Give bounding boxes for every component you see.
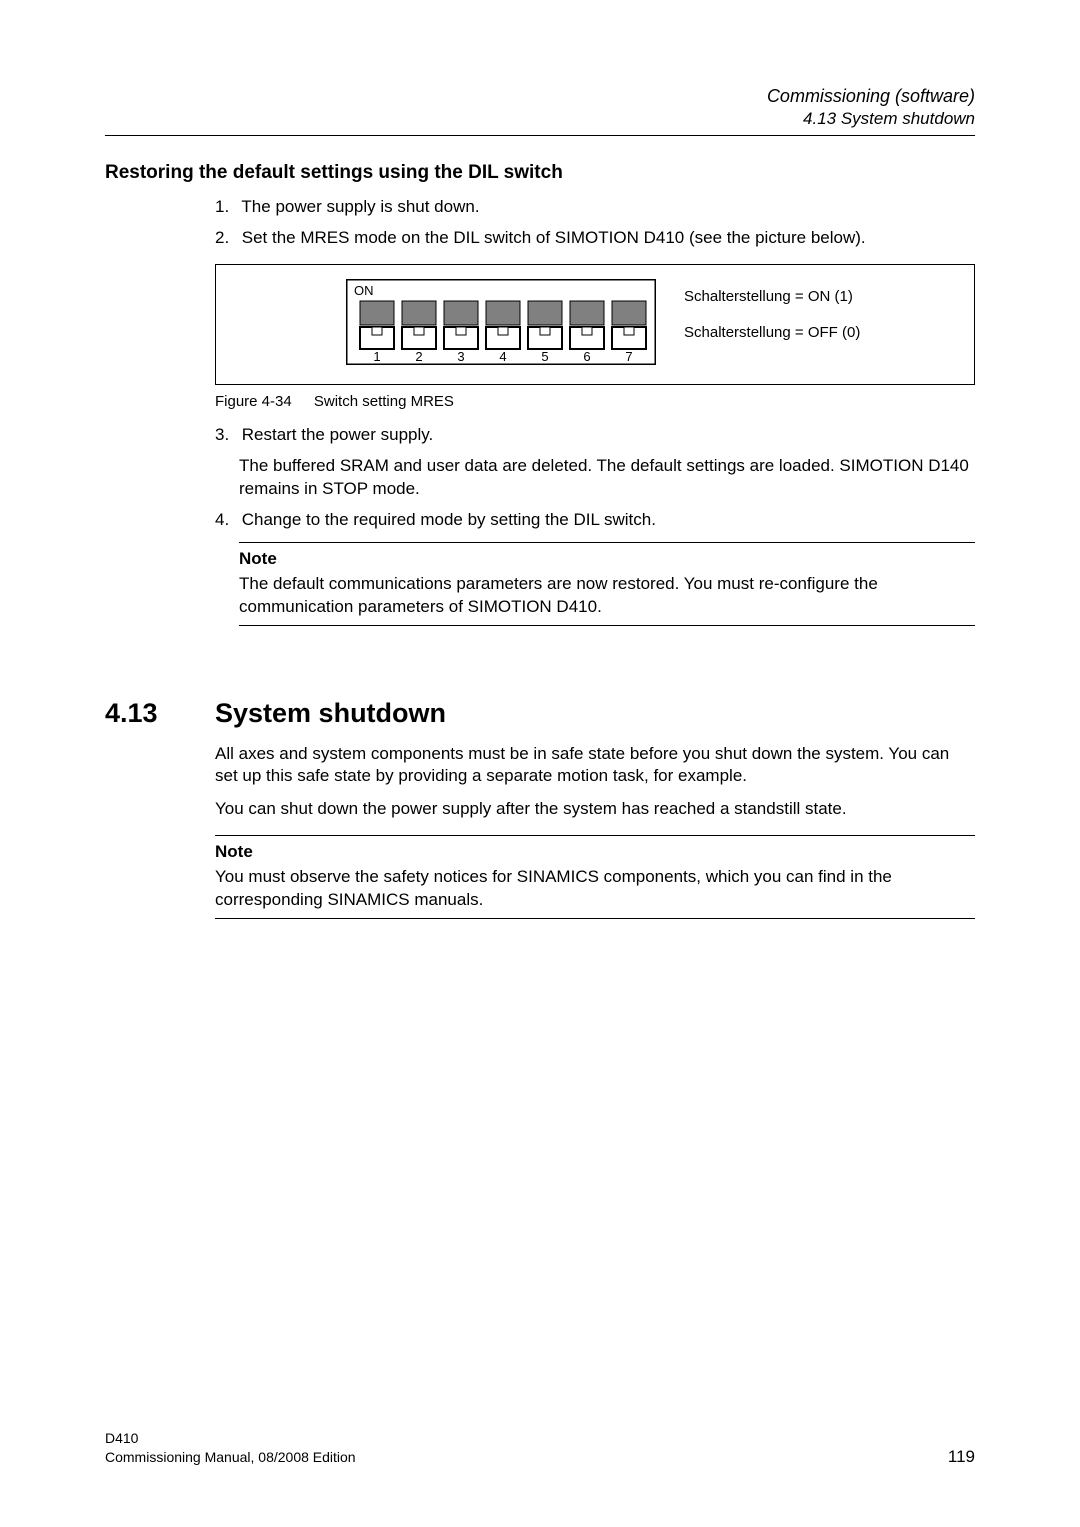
steps-list-continued: 3. Restart the power supply. The buffere…: [215, 424, 975, 626]
legend-off: Schalterstellung = OFF (0): [684, 315, 860, 351]
footer-left: D410 Commissioning Manual, 08/2008 Editi…: [105, 1429, 356, 1467]
step-1-num: 1.: [215, 196, 237, 219]
svg-text:3: 3: [457, 349, 464, 364]
figure-caption-id: Figure 4-34: [215, 393, 292, 410]
dip-switch-diagram: ON: [236, 279, 860, 370]
step-3-text: Restart the power supply.: [242, 425, 434, 444]
svg-text:6: 6: [583, 349, 590, 364]
header-subtitle: 4.13 System shutdown: [105, 109, 975, 129]
step-3-detail: The buffered SRAM and user data are dele…: [239, 455, 975, 501]
footer-doc-edition: Commissioning Manual, 08/2008 Edition: [105, 1448, 356, 1467]
note-block-2: Note You must observe the safety notices…: [215, 835, 975, 919]
chapter-p2: You can shut down the power supply after…: [215, 798, 975, 821]
svg-text:1: 1: [373, 349, 380, 364]
steps-list: 1. The power supply is shut down. 2. Set…: [215, 196, 975, 250]
note-title-1: Note: [239, 549, 975, 569]
switch-numbers: 1 2 3 4 5 6 7: [373, 349, 632, 364]
step-4-text: Change to the required mode by setting t…: [242, 510, 656, 529]
chapter-title: System shutdown: [215, 698, 446, 729]
page-footer: D410 Commissioning Manual, 08/2008 Editi…: [105, 1429, 975, 1467]
note-block-1: Note The default communications paramete…: [239, 542, 975, 626]
legend-on: Schalterstellung = ON (1): [684, 279, 860, 315]
note-body-1: The default communications parameters ar…: [239, 573, 975, 619]
dip-switch-icon: ON: [346, 279, 656, 365]
svg-text:5: 5: [541, 349, 548, 364]
footer-doc-id: D410: [105, 1429, 356, 1448]
dip-svg-holder: ON: [346, 279, 656, 370]
step-1: 1. The power supply is shut down.: [215, 196, 975, 219]
page-header: Commissioning (software) 4.13 System shu…: [105, 86, 975, 129]
section-heading: Restoring the default settings using the…: [105, 162, 975, 184]
note-title-2: Note: [215, 842, 975, 862]
note-rule-top-2: [215, 835, 975, 836]
figure-wrapper: ON: [215, 264, 975, 410]
svg-text:2: 2: [415, 349, 422, 364]
chapter-p1: All axes and system components must be i…: [215, 743, 975, 789]
chapter-heading: 4.13 System shutdown: [105, 698, 975, 729]
step-1-text: The power supply is shut down.: [241, 197, 479, 216]
svg-text:7: 7: [625, 349, 632, 364]
note-rule-bottom-1: [239, 625, 975, 626]
step-3-num: 3.: [215, 424, 237, 447]
step-2: 2. Set the MRES mode on the DIL switch o…: [215, 227, 975, 250]
figure-caption-text: Switch setting MRES: [314, 393, 454, 410]
note-rule-top-1: [239, 542, 975, 543]
figure-legend: Schalterstellung = ON (1) Schalterstellu…: [684, 279, 860, 351]
chapter-body: All axes and system components must be i…: [215, 743, 975, 920]
chapter-number: 4.13: [105, 698, 215, 729]
page-number: 119: [948, 1447, 975, 1467]
step-4: 4. Change to the required mode by settin…: [215, 509, 975, 532]
figure-box: ON: [215, 264, 975, 385]
header-title: Commissioning (software): [105, 86, 975, 107]
step-2-text: Set the MRES mode on the DIL switch of S…: [242, 228, 866, 247]
step-2-num: 2.: [215, 227, 237, 250]
step-4-num: 4.: [215, 509, 237, 532]
switch-group: [360, 301, 646, 349]
page: Commissioning (software) 4.13 System shu…: [0, 0, 1080, 1527]
figure-caption: Figure 4-34 Switch setting MRES: [215, 393, 975, 410]
step-3: 3. Restart the power supply.: [215, 424, 975, 447]
header-rule: [105, 135, 975, 136]
on-label: ON: [354, 283, 374, 298]
note-rule-bottom-2: [215, 918, 975, 919]
svg-text:4: 4: [499, 349, 506, 364]
note-body-2: You must observe the safety notices for …: [215, 866, 975, 912]
